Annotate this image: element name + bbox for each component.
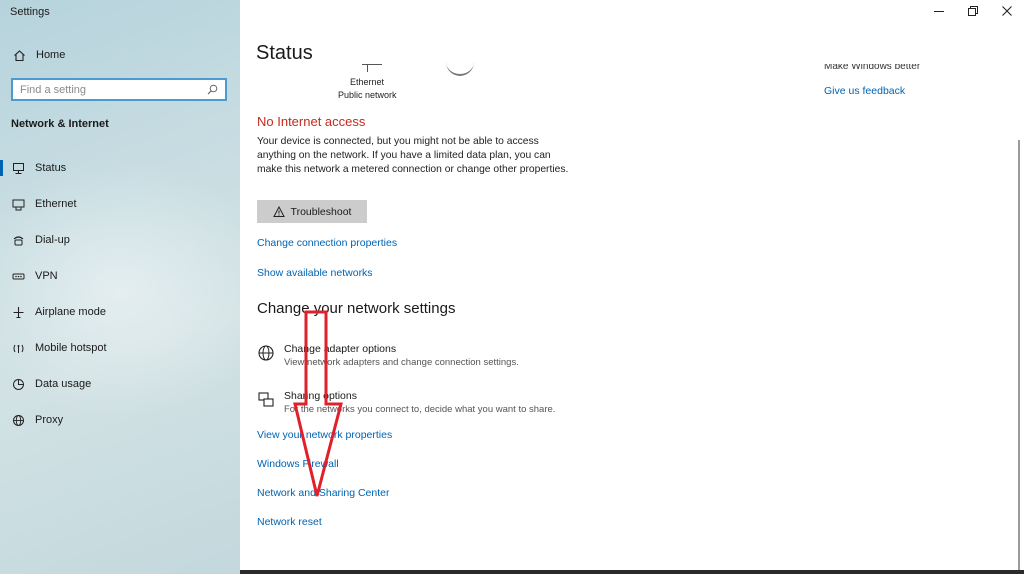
side-panel-heading: Make Windows better [824,64,921,72]
sidebar-item-airplane-mode[interactable]: Airplane mode [0,294,240,330]
sidebar-item-label: Home [36,49,66,61]
troubleshoot-button[interactable]: Troubleshoot [257,200,367,223]
app-title: Settings [10,6,50,18]
close-icon [1002,3,1012,21]
sharing-icon [257,391,275,409]
option-title: Change adapter options [284,343,397,355]
show-available-networks-link[interactable]: Show available networks [257,267,373,279]
globe-partial-icon [446,62,474,76]
globe-icon [11,413,25,427]
sidebar-item-ethernet[interactable]: Ethernet [0,186,240,222]
sidebar-item-mobile-hotspot[interactable]: Mobile hotspot [0,330,240,366]
sidebar-item-status[interactable]: Status [0,150,240,186]
windows-firewall-link[interactable]: Windows Firewall [257,458,339,470]
status-icon [11,161,25,175]
window-controls [922,0,1024,24]
home-icon [12,48,26,62]
sidebar-item-proxy[interactable]: Proxy [0,402,240,438]
network-sharing-center-link[interactable]: Network and Sharing Center [257,487,390,499]
hotspot-icon [11,341,25,355]
sidebar-item-label: Airplane mode [35,306,106,318]
minimize-button[interactable] [922,0,956,24]
sidebar-item-label: Ethernet [35,198,77,210]
data-usage-icon [11,377,25,391]
warning-icon [272,205,285,218]
sidebar-item-vpn[interactable]: VPN [0,258,240,294]
give-feedback-link[interactable]: Give us feedback [824,85,905,97]
option-description: View network adapters and change connect… [284,357,519,368]
sidebar: Settings Home Network & Internet Status … [0,0,240,574]
status-heading: No Internet access [257,114,366,129]
airplane-icon [11,305,25,319]
scrollbar[interactable] [1018,140,1020,570]
sidebar-nav: Status Ethernet Dial-up VPN Airplane mod… [0,150,240,438]
change-settings-heading: Change your network settings [257,300,456,317]
option-description: For the networks you connect to, decide … [284,404,556,415]
change-connection-properties-link[interactable]: Change connection properties [257,237,397,249]
network-type: Public network [338,90,397,100]
view-network-properties-link[interactable]: View your network properties [257,429,392,441]
taskbar-edge [240,570,1024,574]
sharing-options[interactable]: Sharing options For the networks you con… [257,389,555,416]
ethernet-icon [11,197,25,211]
restore-button[interactable] [956,0,990,24]
sidebar-item-label: Dial-up [35,234,70,246]
sidebar-item-label: Data usage [35,378,92,390]
close-button[interactable] [990,0,1024,24]
sidebar-section-heading: Network & Internet [11,118,109,130]
search-input[interactable] [13,80,205,99]
option-title: Sharing options [284,390,357,402]
sidebar-item-dial-up[interactable]: Dial-up [0,222,240,258]
sidebar-item-label: Status [35,162,67,174]
sidebar-item-data-usage[interactable]: Data usage [0,366,240,402]
restore-icon [968,3,978,21]
vpn-icon [11,269,25,283]
search-icon[interactable] [205,83,219,97]
sidebar-item-label: Mobile hotspot [35,342,107,354]
network-diagram: Ethernet Public network [336,58,476,102]
search-box[interactable] [11,78,227,101]
page-title: Status [256,42,313,64]
troubleshoot-label: Troubleshoot [290,205,352,218]
sidebar-item-label: Proxy [35,414,64,426]
connection-name: Ethernet [350,77,385,87]
sidebar-item-label: VPN [35,270,58,282]
main-content: Status Ethernet Public network Make Wind… [240,0,1024,574]
ethernet-connector-icon [362,64,382,65]
sidebar-item-home[interactable]: Home [12,46,65,64]
adapter-icon [257,344,275,362]
minimize-icon [934,3,944,21]
network-reset-link[interactable]: Network reset [257,516,322,528]
status-description: Your device is connected, but you might … [257,136,569,175]
change-adapter-options[interactable]: Change adapter options View network adap… [257,342,519,369]
dial-up-icon [11,233,25,247]
